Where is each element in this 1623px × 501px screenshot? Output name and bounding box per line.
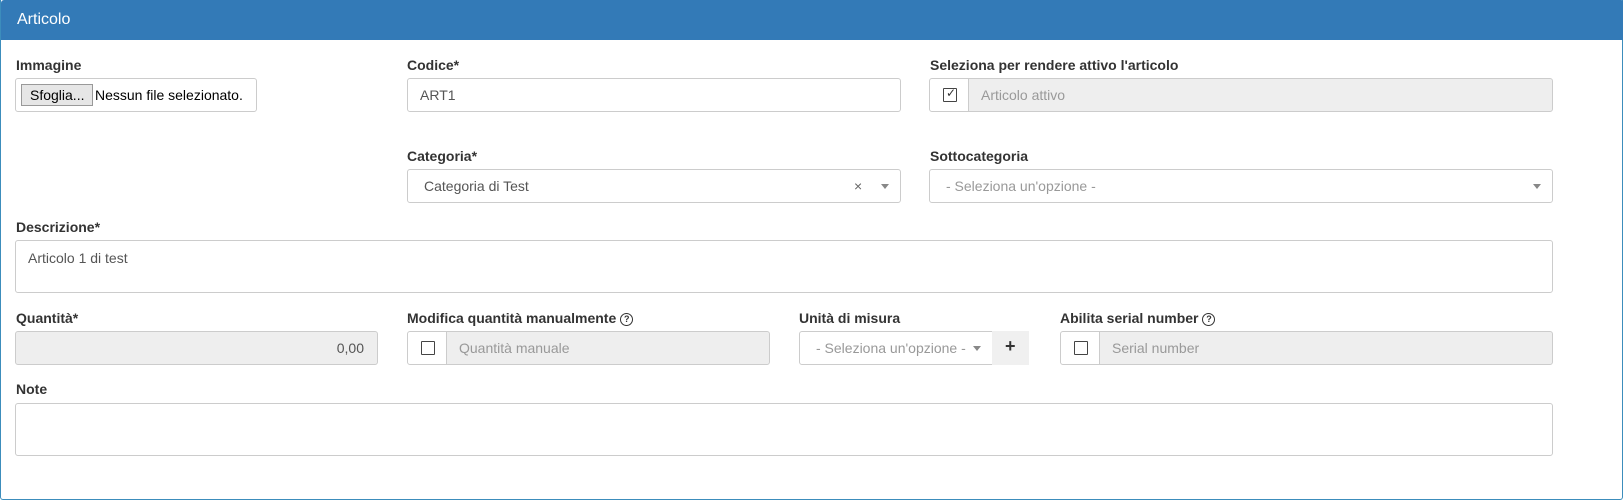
- quantita-manuale-label: Modifica quantità manualmente?: [407, 310, 634, 326]
- file-input[interactable]: Sfoglia... Nessun file selezionato.: [15, 78, 257, 112]
- plus-icon: +: [1005, 336, 1016, 356]
- descrizione-value: Articolo 1 di test: [28, 250, 128, 266]
- panel-title: Articolo: [17, 11, 71, 28]
- chevron-down-icon: [881, 184, 889, 189]
- serial-label: Abilita serial number?: [1060, 310, 1216, 326]
- serial-input: Serial number: [1099, 331, 1553, 365]
- quantita-manuale-label-text: Modifica quantità manualmente: [407, 310, 617, 326]
- serial-label-text: Abilita serial number: [1060, 310, 1199, 326]
- note-label: Note: [16, 381, 48, 397]
- clear-icon[interactable]: ×: [854, 178, 862, 194]
- categoria-value: Categoria di Test: [424, 178, 529, 194]
- attivo-placeholder: Articolo attivo: [981, 87, 1066, 103]
- immagine-label: Immagine: [16, 57, 82, 73]
- serial-addon: [1060, 331, 1100, 365]
- codice-value: ART1: [420, 87, 456, 103]
- unita-placeholder: - Seleziona un'opzione -: [816, 340, 966, 356]
- help-icon[interactable]: ?: [620, 313, 634, 326]
- categoria-label: Categoria*: [407, 148, 478, 164]
- unita-select[interactable]: - Seleziona un'opzione -: [799, 331, 993, 365]
- codice-label: Codice*: [407, 57, 460, 73]
- file-status: Nessun file selezionato.: [95, 87, 243, 103]
- panel-header: Articolo: [1, 0, 1623, 40]
- sottocategoria-placeholder: - Seleziona un'opzione -: [946, 178, 1096, 194]
- check-icon: ✓: [946, 86, 957, 100]
- categoria-select[interactable]: Categoria di Test ×: [407, 169, 901, 203]
- quantita-manuale-checkbox[interactable]: [421, 341, 435, 355]
- attivo-label: Seleziona per rendere attivo l'articolo: [930, 57, 1179, 73]
- help-icon[interactable]: ?: [1202, 313, 1216, 326]
- browse-button[interactable]: Sfoglia...: [21, 84, 94, 106]
- chevron-down-icon: [1533, 184, 1541, 189]
- quantita-value: 0,00: [336, 340, 364, 356]
- serial-placeholder: Serial number: [1112, 340, 1200, 356]
- chevron-down-icon: [973, 346, 981, 351]
- quantita-manuale-input: Quantità manuale: [446, 331, 770, 365]
- quantita-label: Quantità*: [16, 310, 79, 326]
- sottocategoria-label: Sottocategoria: [930, 148, 1029, 164]
- note-textarea[interactable]: [15, 403, 1553, 456]
- quantita-manuale-placeholder: Quantità manuale: [459, 340, 570, 356]
- unita-label: Unità di misura: [799, 310, 901, 326]
- sottocategoria-select[interactable]: - Seleziona un'opzione -: [929, 169, 1553, 203]
- attivo-input: Articolo attivo: [968, 78, 1553, 112]
- attivo-checkbox[interactable]: ✓: [943, 86, 957, 102]
- descrizione-textarea[interactable]: Articolo 1 di test: [15, 240, 1553, 293]
- serial-checkbox[interactable]: [1074, 341, 1088, 355]
- attivo-checkbox-addon: ✓: [929, 78, 969, 112]
- quantita-input: 0,00: [15, 331, 378, 365]
- descrizione-label: Descrizione*: [16, 219, 101, 235]
- add-unita-button[interactable]: +: [992, 331, 1029, 365]
- codice-input[interactable]: ART1: [407, 78, 901, 112]
- quantita-manuale-addon: [407, 331, 447, 365]
